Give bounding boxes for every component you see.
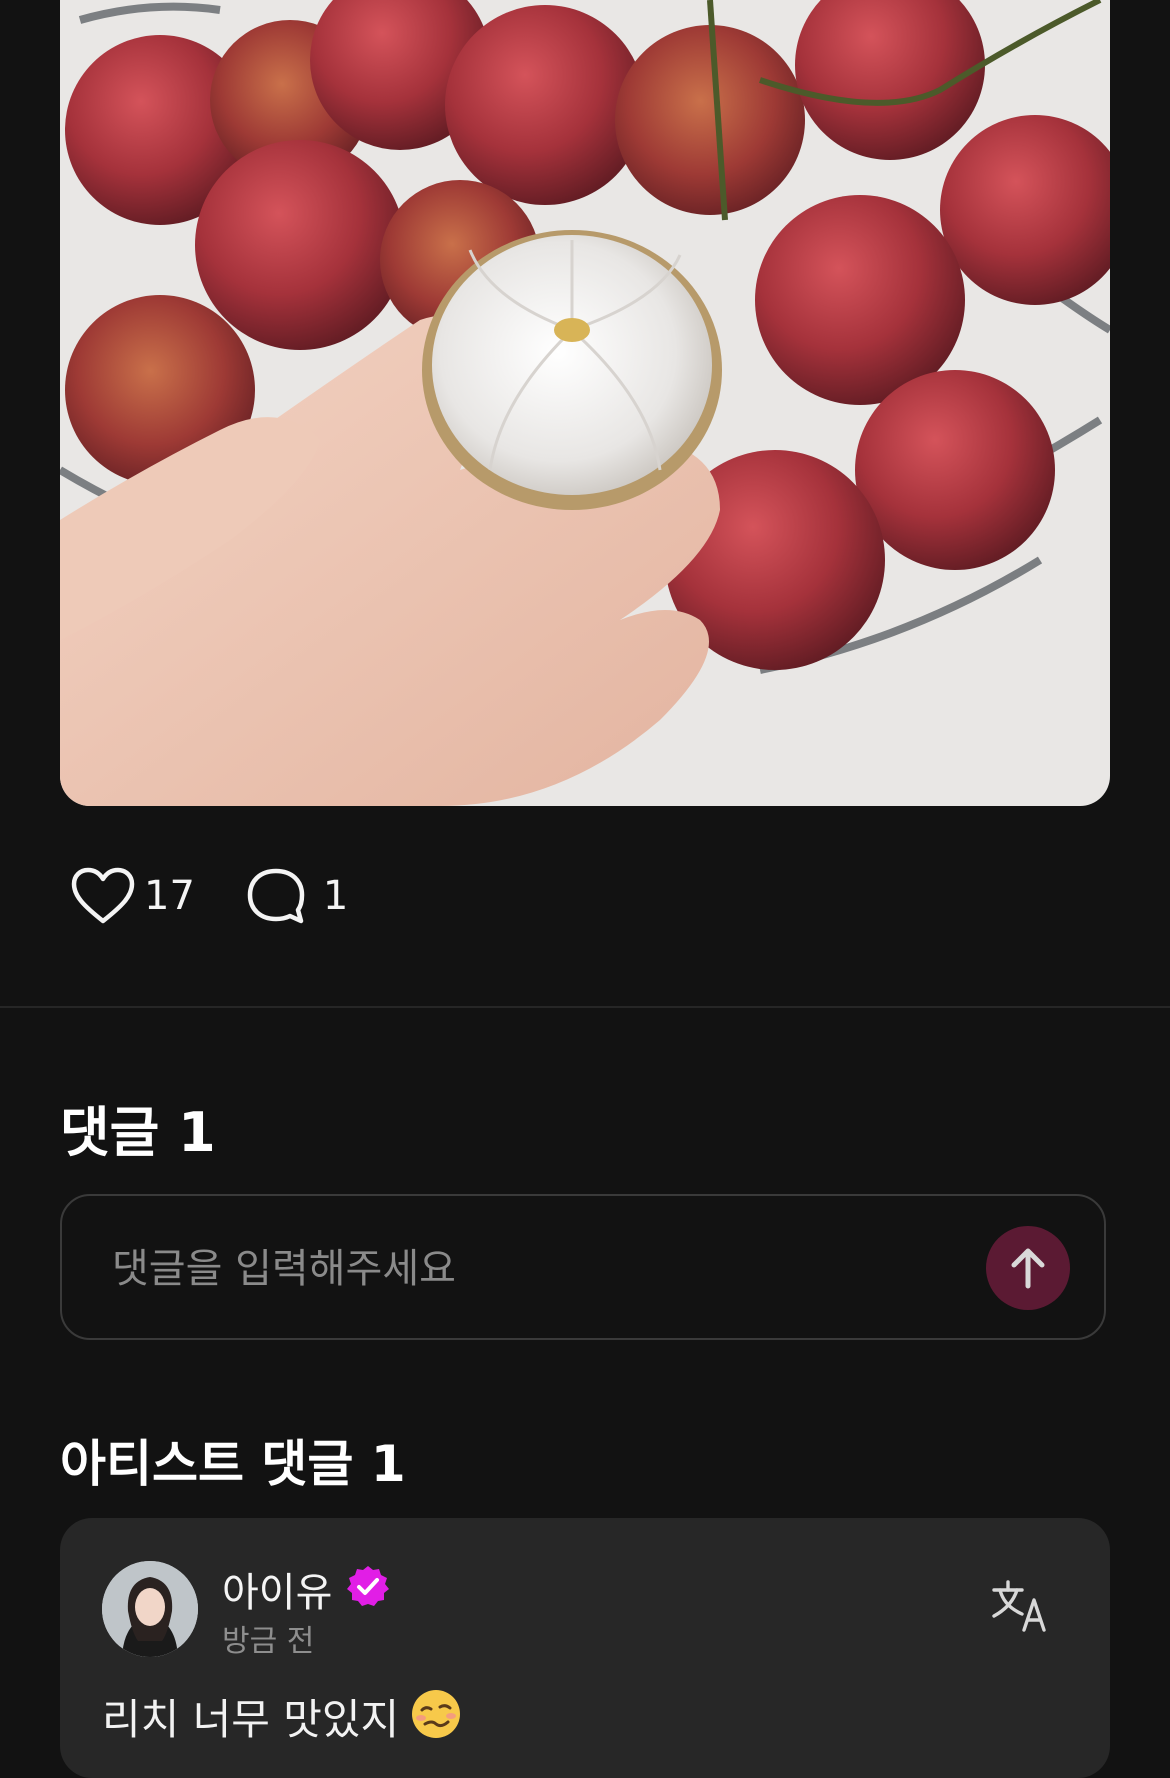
avatar[interactable] [102, 1561, 198, 1657]
comment-input-box [60, 1194, 1106, 1340]
lychee-image [60, 0, 1110, 806]
comment-count: 1 [322, 873, 349, 919]
artist-comments-title: 아티스트 댓글 1 [60, 1435, 406, 1493]
heart-icon [71, 867, 135, 924]
comment-timestamp: 방금 전 [222, 1624, 315, 1659]
comment-button[interactable]: 1 [245, 866, 348, 926]
section-divider [0, 1006, 1170, 1008]
comments-title: 댓글 1 [60, 1101, 216, 1164]
artist-comment-card: 아이유 방금 전 리치 너무 맛있지 [60, 1518, 1110, 1778]
comment-text: 리치 너무 맛있지 [102, 1695, 400, 1744]
like-button[interactable]: 17 [70, 866, 195, 926]
avatar-image [102, 1561, 198, 1657]
like-count: 17 [144, 873, 195, 919]
woozy-face-emoji [412, 1690, 460, 1738]
post-actions: 17 1 [70, 866, 348, 926]
verified-badge-icon [347, 1566, 389, 1606]
comment-input[interactable] [110, 1230, 914, 1308]
send-button[interactable] [986, 1226, 1070, 1310]
translate-icon[interactable] [990, 1578, 1050, 1634]
arrow-up-icon [1011, 1248, 1045, 1289]
speech-bubble-icon [247, 868, 305, 924]
post-photo[interactable] [60, 0, 1110, 806]
comment-author: 아이유 [222, 1570, 333, 1616]
